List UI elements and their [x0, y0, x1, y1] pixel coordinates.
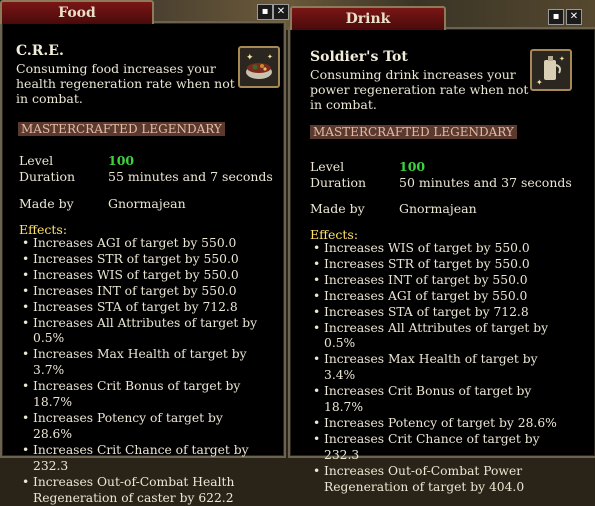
svg-text:✦: ✦	[246, 53, 254, 63]
food-duration-value: 55 minutes and 7 seconds	[108, 169, 273, 184]
effect-item: Increases Potency of target by 28.6%	[19, 411, 259, 443]
effect-item: Increases AGI of target by 550.0	[310, 289, 570, 305]
food-content: C.R.E. Consuming food increases your hea…	[2, 23, 284, 505]
drink-window: Soldier's Tot Consuming drink increases …	[288, 27, 595, 494]
food-level-label: Level	[19, 153, 54, 168]
food-made-by-label: Made by	[19, 196, 74, 211]
effect-item: Increases INT of target by 550.0	[19, 284, 259, 300]
effect-item: Increases INT of target by 550.0	[310, 273, 570, 289]
food-level-value: 100	[108, 153, 135, 168]
effect-item: Increases STA of target by 712.8	[19, 300, 259, 316]
effect-item: Increases Crit Bonus of target by 18.7%	[19, 379, 259, 411]
effect-item: Increases Out-of-Combat Health Regenerat…	[19, 475, 259, 506]
food-rarity-badge: MASTERCRAFTED LEGENDARY	[18, 122, 225, 136]
svg-text:✦: ✦	[559, 55, 565, 63]
food-made-by-value: Gnormajean	[108, 196, 186, 211]
drink-made-by-value: Gnormajean	[399, 201, 477, 216]
effect-item: Increases Max Health of target by 3.7%	[19, 347, 259, 379]
drink-effects-header: Effects:	[310, 227, 359, 242]
effect-item: Increases Out-of-Combat Power Regenerati…	[310, 464, 570, 496]
drink-flask-icon: ✦ ✦	[530, 49, 572, 91]
effect-item: Increases All Attributes of target by 0.…	[19, 316, 259, 348]
food-item-name: C.R.E.	[16, 43, 64, 59]
food-window: C.R.E. Consuming food increases your hea…	[0, 21, 286, 505]
svg-text:✦: ✦	[536, 78, 543, 87]
drink-level-label: Level	[310, 159, 345, 174]
effect-item: Increases Crit Bonus of target by 18.7%	[310, 384, 570, 416]
effect-item: Increases STR of target by 550.0	[19, 252, 259, 268]
drink-content: Soldier's Tot Consuming drink increases …	[290, 29, 595, 494]
food-title-tab[interactable]: Food	[0, 0, 154, 24]
food-bowl-icon: ✦ ✦	[238, 46, 280, 88]
drink-level-value: 100	[399, 159, 426, 174]
food-restore-button[interactable]: ▪	[257, 4, 273, 20]
drink-duration-label: Duration	[310, 175, 367, 190]
drink-made-by-label: Made by	[310, 201, 365, 216]
drink-rarity-badge: MASTERCRAFTED LEGENDARY	[310, 125, 517, 139]
drink-duration-value: 50 minutes and 37 seconds	[399, 175, 572, 190]
drink-item-name: Soldier's Tot	[310, 49, 408, 65]
drink-restore-button[interactable]: ▪	[548, 9, 564, 25]
effect-item: Increases Crit Chance of target by 232.3	[310, 432, 570, 464]
effect-item: Increases WIS of target by 550.0	[310, 241, 570, 257]
effect-item: Increases Max Health of target by 3.4%	[310, 352, 570, 384]
effect-item: Increases WIS of target by 550.0	[19, 268, 259, 284]
effect-item: Increases Crit Chance of target by 232.3	[19, 443, 259, 475]
drink-title-tab[interactable]: Drink	[290, 6, 446, 30]
drink-description: Consuming drink increases your power reg…	[310, 67, 529, 112]
food-effects-list: Increases AGI of target by 550.0 Increas…	[19, 236, 259, 506]
food-effects-header: Effects:	[19, 222, 68, 237]
effect-item: Increases STR of target by 550.0	[310, 257, 570, 273]
effect-item: Increases AGI of target by 550.0	[19, 236, 259, 252]
food-description: Consuming food increases your health reg…	[16, 61, 235, 106]
effect-item: Increases STA of target by 712.8	[310, 305, 570, 321]
effect-item: Increases All Attributes of target by 0.…	[310, 321, 570, 353]
svg-text:✦: ✦	[267, 53, 273, 61]
effect-item: Increases Potency of target by 28.6%	[310, 416, 570, 432]
drink-effects-list: Increases WIS of target by 550.0 Increas…	[310, 241, 570, 496]
food-close-button[interactable]: ✕	[273, 4, 289, 20]
drink-close-button[interactable]: ✕	[566, 9, 582, 25]
food-duration-label: Duration	[19, 169, 76, 184]
